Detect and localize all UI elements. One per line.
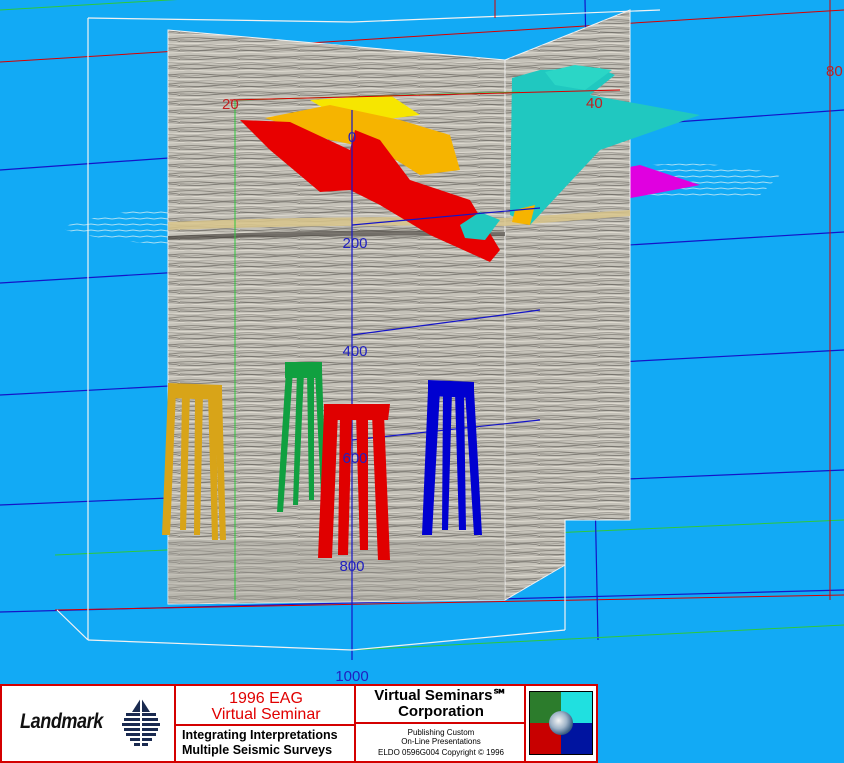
seismic-3d-scene: 0 200 400 600 800 1000 20 40 80: [0, 0, 844, 684]
publishing-line-1: Publishing Custom: [407, 728, 475, 737]
seminar-banner: Landmark 1996 EAG Virtual Seminar Integr…: [0, 684, 598, 763]
landmark-logo-text: Landmark: [20, 710, 103, 733]
depth-label-600: 600: [342, 450, 367, 467]
depth-label-400: 400: [342, 343, 367, 360]
depth-label-800: 800: [339, 558, 364, 575]
globe-quadrant-icon: [529, 691, 593, 755]
topic-line-1: Integrating Interpretations: [182, 728, 338, 742]
landmark-arch-icon: [122, 698, 160, 750]
trace-label-80: 80: [826, 63, 843, 80]
globe-icon: [549, 711, 573, 735]
trace-label-20: 20: [222, 96, 239, 113]
depth-label-200: 200: [342, 235, 367, 252]
virtual-seminars-name: Virtual Seminars℠: [374, 687, 508, 704]
seminar-year: 1996 EAG: [229, 690, 303, 707]
depth-label-0: 0: [348, 129, 356, 146]
topic-line-2: Multiple Seismic Surveys: [182, 743, 333, 757]
seminar-name: Virtual Seminar: [211, 706, 321, 723]
copyright-line: ELDO 0596G004 Copyright © 1996: [378, 748, 504, 757]
trace-label-40: 40: [586, 95, 603, 112]
depth-label-1000: 1000: [335, 668, 368, 684]
virtual-seminars-corp: Corporation: [398, 703, 484, 720]
publishing-line-2: On-Line Presentations: [401, 737, 481, 746]
